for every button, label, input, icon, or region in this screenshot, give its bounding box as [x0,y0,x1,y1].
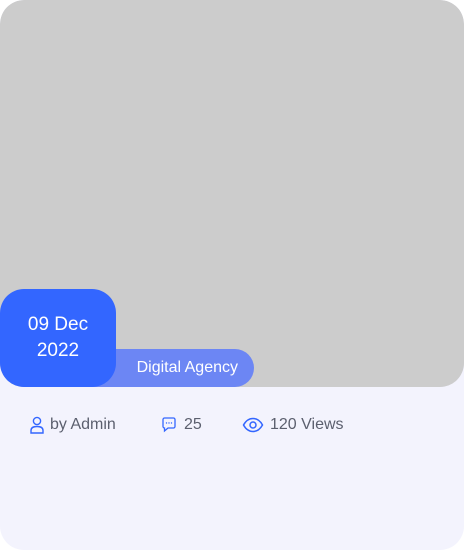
date-year: 2022 [36,340,80,361]
author-label: by Admin [50,416,116,433]
views-meta[interactable]: 120 Views [242,416,344,434]
comments-count: 25 [184,416,202,433]
date-day-month: 09 Dec [27,314,89,335]
date-badge: 09 Dec 2022 [0,289,116,387]
blog-card[interactable]: Digital Agency 09 Dec 2022 by Admin 25 1… [0,0,464,550]
eye-icon [242,417,264,433]
category-label: Digital Agency [136,359,238,376]
user-icon [30,416,44,434]
comments-meta[interactable]: 25 [160,416,202,434]
comment-icon [160,416,178,434]
views-count: 120 Views [270,416,344,433]
author-meta[interactable]: by Admin [30,416,116,434]
